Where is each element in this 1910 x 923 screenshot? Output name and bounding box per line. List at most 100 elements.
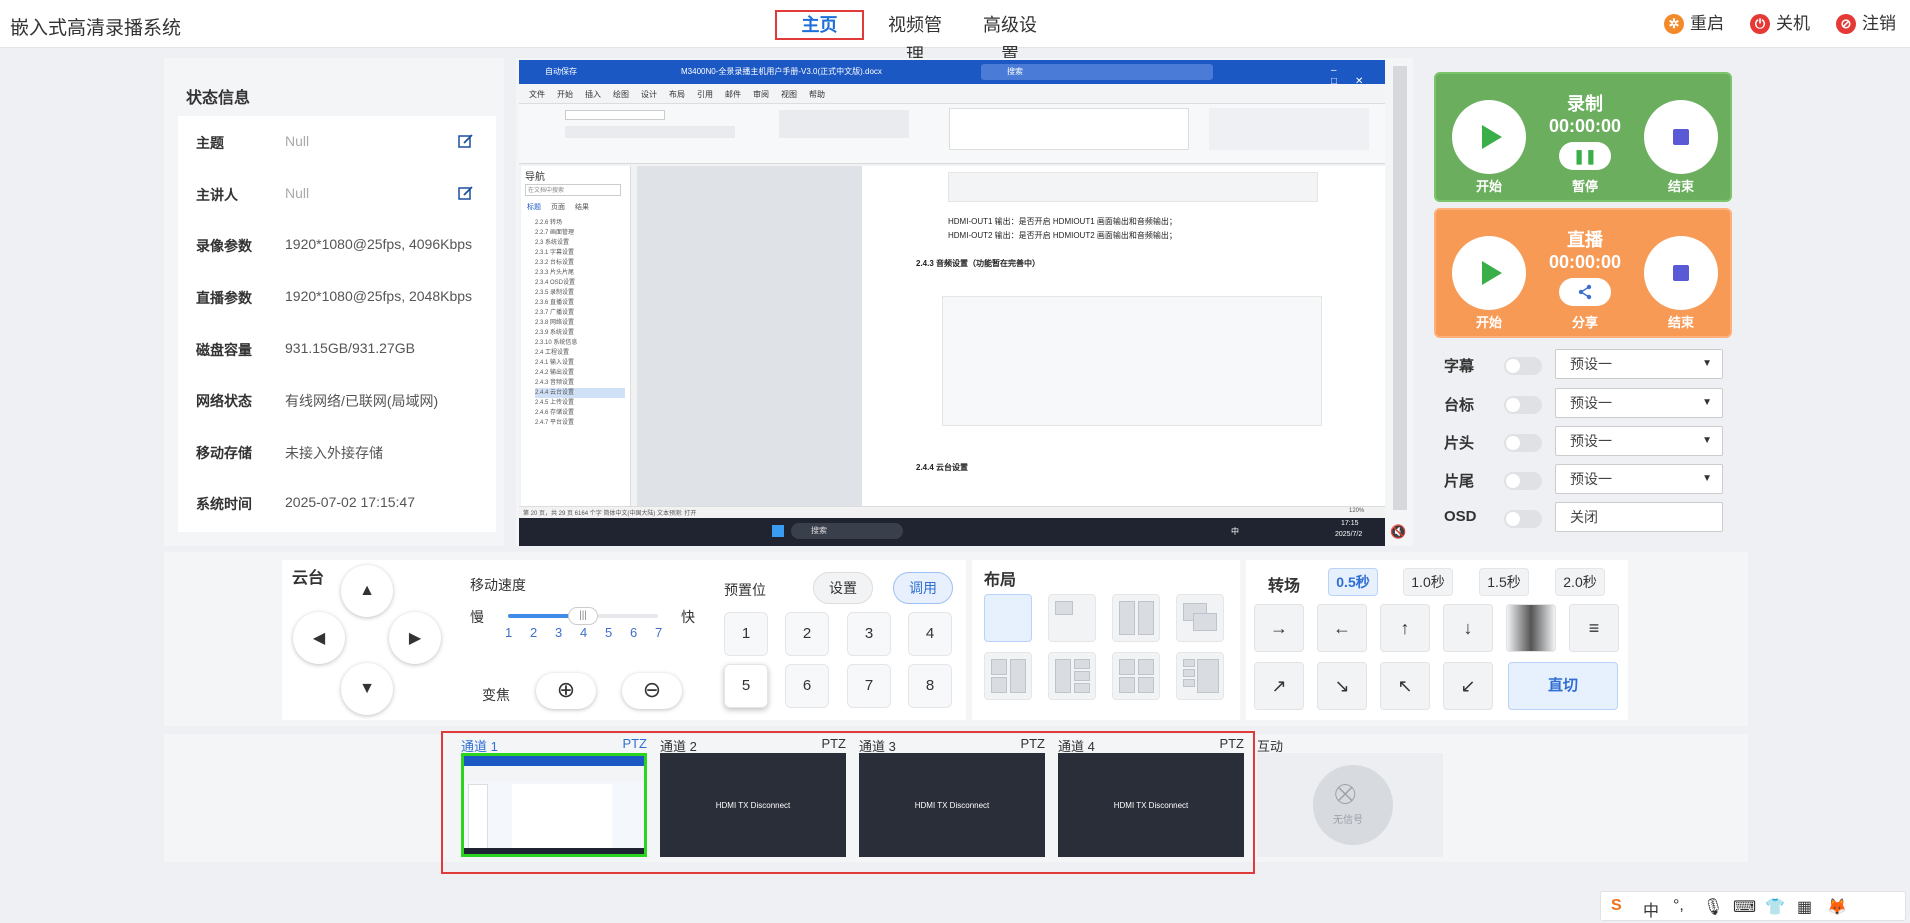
channel-interactive[interactable]: 互动 ⛒ 无信号 [1255,736,1445,858]
status-value: Null [285,185,310,201]
preset-label: 预置位 [724,582,766,598]
overlay-toggle[interactable] [1504,396,1542,414]
ribbon-tab-1: 开始 [557,90,573,99]
taskbar-time: 17:15 [1341,520,1359,527]
logout-button[interactable]: ⊘ 注销 [1836,12,1896,36]
transition-speed[interactable]: 1.5秒 [1479,568,1529,596]
sogou-logo-icon[interactable]: S [1611,897,1622,915]
share-icon [1578,284,1592,300]
overlay-select[interactable]: 预设一 ▼ [1555,426,1723,456]
preset-key[interactable]: 4 [908,612,952,656]
preset-key[interactable]: 3 [847,612,891,656]
restart-button[interactable]: ✲ 重启 [1664,12,1724,36]
preset-key[interactable]: 6 [785,664,829,708]
overlay-toggle[interactable] [1504,434,1542,452]
lines-icon[interactable]: ≡ [1569,604,1619,652]
edit-icon[interactable] [458,133,474,149]
arrow-down-right-icon[interactable]: ↘ [1317,662,1367,710]
nav-tab-2: 结果 [575,204,589,211]
arrow-up-left-icon[interactable]: ↖ [1380,662,1430,710]
nav-home-tab[interactable]: 主页 [775,10,864,40]
record-pause-button[interactable]: ❚❚ [1559,142,1611,170]
doc-titlebar: 自动保存 M3400N0-全景录播主机用户手册-V3.0(正式中文版).docx… [519,60,1385,87]
arrow-right-icon[interactable]: → [1254,604,1304,652]
transition-speed[interactable]: 1.0秒 [1403,568,1453,596]
speed-tick: 5 [605,625,613,640]
preset-key[interactable]: 2 [785,612,829,656]
overlay-label: 台标 [1444,397,1475,414]
layout-quad-left[interactable] [984,652,1032,700]
preset-key[interactable]: 1 [724,612,768,656]
overlay-toggle[interactable] [1504,472,1542,490]
keyboard-icon[interactable]: ⌨ [1733,897,1756,917]
layout-grid[interactable] [1112,652,1160,700]
overlay-select[interactable]: 预设一 ▼ [1555,388,1723,418]
zoom-in-button[interactable]: ⊕ [536,673,596,709]
speed-slider-thumb[interactable]: ||| [568,607,598,625]
arrow-up-right-icon[interactable]: ↗ [1254,662,1304,710]
layout-three[interactable] [1048,652,1096,700]
preview-screen[interactable]: 自动保存 M3400N0-全景录播主机用户手册-V3.0(正式中文版).docx… [519,60,1385,546]
cut-button[interactable]: 直切 [1508,662,1618,710]
ribbon-tabs: 文件 开始 插入 绘图 设计 布局 引用 邮件 审阅 视图 帮助 [519,84,1385,104]
live-start-button[interactable] [1452,236,1526,310]
stop-icon [1673,265,1689,281]
mascot-icon[interactable]: 🦊 [1827,897,1847,917]
layout-single[interactable] [984,594,1032,642]
layout-overlap[interactable] [1176,594,1224,642]
zoom-out-button[interactable]: ⊖ [622,673,682,709]
overlay-toggle[interactable] [1504,357,1542,375]
zoom-in-icon: ⊕ [556,677,576,702]
fade-icon[interactable] [1506,604,1556,652]
channel-preview[interactable]: ⛒ 无信号 [1257,753,1443,857]
speed-tick: 4 [580,625,588,640]
layout-side-by-side[interactable] [1112,594,1160,642]
overlay-toggle[interactable] [1504,510,1542,528]
status-value: 2025-07-02 17:15:47 [285,494,415,510]
arrow-down-left-icon[interactable]: ↙ [1443,662,1493,710]
play-icon [1482,125,1502,149]
ptz-left-button[interactable]: ◀ [293,612,345,664]
preview-scrollbar[interactable] [1393,66,1407,510]
mute-icon[interactable]: 🔇 [1390,524,1408,540]
nav-video-tab[interactable]: 视频管理 [880,10,950,65]
doc-search: 搜索 [981,64,1213,80]
speed-tick: 7 [655,625,663,640]
ptz-right-button[interactable]: ▶ [389,612,441,664]
preset-call-button[interactable]: 调用 [893,572,953,604]
edit-icon[interactable] [458,185,474,201]
toolbox-icon[interactable]: ▦ [1797,897,1812,917]
status-value: 931.15GB/931.27GB [285,340,415,356]
overlay-select[interactable]: 预设一 ▼ [1555,349,1723,379]
microphone-icon[interactable]: 🎙 [1703,897,1723,917]
preset-set-button[interactable]: 设置 [813,572,873,604]
nav-advanced-tab[interactable]: 高级设置 [975,10,1045,65]
overlay-select[interactable]: 预设一 ▼ [1555,464,1723,494]
ime-lang[interactable]: 中 [1643,897,1659,921]
arrow-up-icon[interactable]: ↑ [1380,604,1430,652]
arrow-left-icon[interactable]: ← [1317,604,1367,652]
overlay-input[interactable]: 关闭 [1555,502,1723,532]
transition-speed[interactable]: 2.0秒 [1555,568,1605,596]
live-stop-button[interactable] [1644,236,1718,310]
layout-pip[interactable] [1048,594,1096,642]
preset-key[interactable]: 8 [908,664,952,708]
record-stop-button[interactable] [1644,100,1718,174]
preset-key-selected[interactable]: 5 [724,664,768,708]
shutdown-button[interactable]: ⏻ 关机 [1750,12,1810,36]
status-label: 移动存储 [196,445,252,461]
ptz-down-button[interactable]: ▼ [341,663,393,715]
status-row-live-params: 直播参数 1920*1080@25fps, 2048Kbps [196,288,496,308]
ribbon-tab-5: 布局 [669,90,685,99]
skin-icon[interactable]: 👕 [1765,897,1785,917]
preset-key[interactable]: 7 [847,664,891,708]
layout-multi[interactable] [1176,652,1224,700]
live-share-button[interactable] [1559,278,1611,306]
ptz-up-button[interactable]: ▲ [341,565,393,617]
arrow-down-icon[interactable]: ↓ [1443,604,1493,652]
punctuation-icon[interactable]: °, [1673,897,1684,915]
no-signal-icon: ⛒ [1335,783,1356,805]
ribbon-tab-3: 绘图 [613,90,629,99]
transition-speed[interactable]: 0.5秒 [1328,568,1378,596]
record-start-button[interactable] [1452,100,1526,174]
